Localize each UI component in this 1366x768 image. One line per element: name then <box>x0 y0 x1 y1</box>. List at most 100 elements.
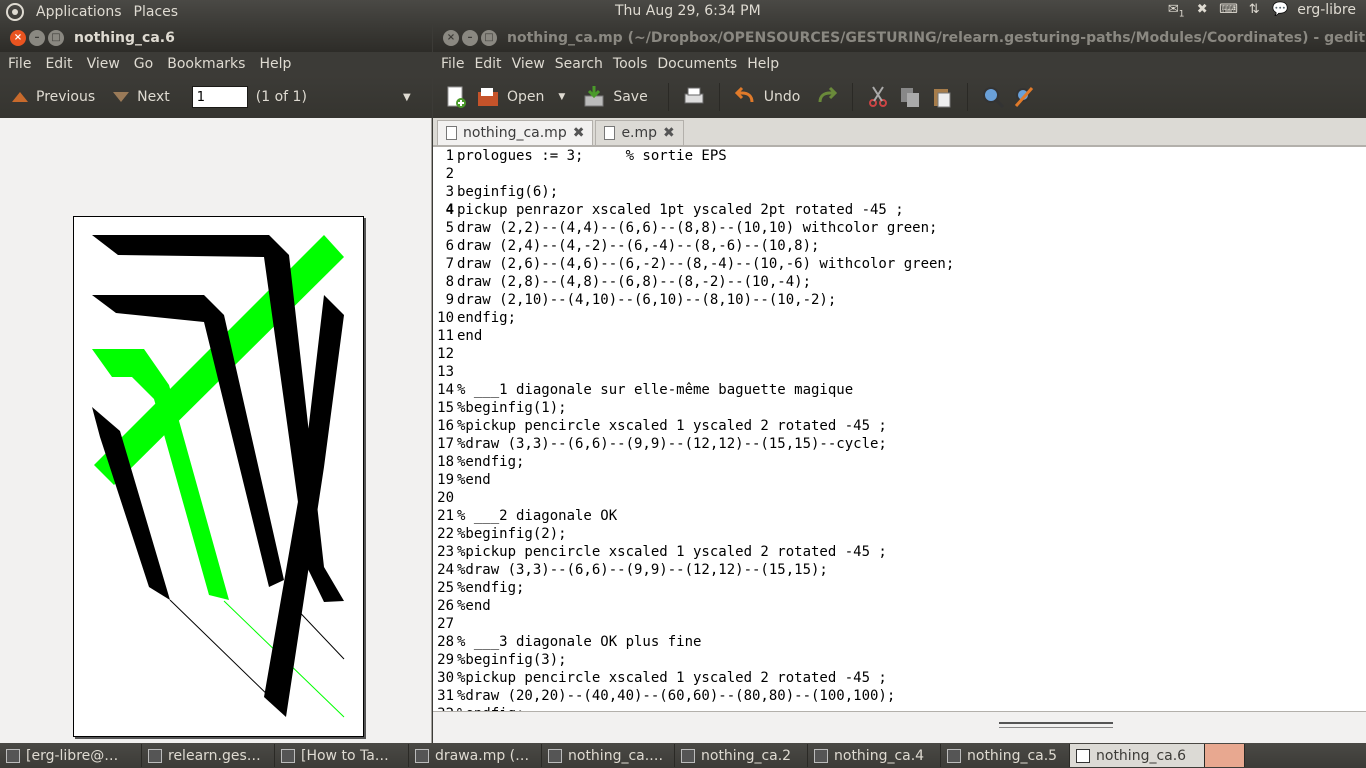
search-icon[interactable] <box>980 84 1006 110</box>
previous-button[interactable]: Previous <box>36 89 95 105</box>
chat-icon[interactable]: 💬 <box>1271 2 1289 18</box>
code-line[interactable]: 21% ___2 diagonale OK <box>433 507 1366 525</box>
taskbar-item[interactable]: nothing_ca.5 <box>941 744 1070 767</box>
taskbar-item[interactable]: [erg-libre@… <box>0 744 142 767</box>
taskbar-item[interactable]: drawa.mp (… <box>409 744 542 767</box>
menu-documents[interactable]: Documents <box>657 56 737 72</box>
close-icon[interactable]: × <box>443 30 459 46</box>
maximize-icon[interactable]: □ <box>48 30 64 46</box>
show-desktop-button[interactable] <box>1205 744 1245 767</box>
keyboard-icon[interactable]: ⌨ <box>1219 2 1238 18</box>
copy-icon[interactable] <box>897 84 923 110</box>
paste-icon[interactable] <box>929 84 955 110</box>
bluetooth-icon[interactable]: ✖ <box>1193 2 1211 18</box>
taskbar-item[interactable]: relearn.ges… <box>142 744 275 767</box>
code-line[interactable]: 2 <box>433 165 1366 183</box>
taskbar-item[interactable]: nothing_ca.… <box>542 744 675 767</box>
taskbar-item[interactable]: nothing_ca.6 <box>1070 744 1205 767</box>
code-line[interactable]: 25 %endfig; <box>433 579 1366 597</box>
code-line[interactable]: 13 <box>433 363 1366 381</box>
open-icon[interactable] <box>475 84 501 110</box>
print-icon[interactable] <box>681 84 707 110</box>
undo-button[interactable]: Undo <box>764 89 801 105</box>
code-line[interactable]: 23 %pickup pencircle xscaled 1 yscaled 2 … <box>433 543 1366 561</box>
code-line[interactable]: 29 %beginfig(3); <box>433 651 1366 669</box>
code-line[interactable]: 3 beginfig(6); <box>433 183 1366 201</box>
evince-titlebar[interactable]: × – □ nothing_ca.6 <box>0 24 432 52</box>
code-line[interactable]: 9 draw (2,10)--(4,10)--(6,10)--(8,10)--(1… <box>433 291 1366 309</box>
code-line[interactable]: 5 draw (2,2)--(4,4)--(6,6)--(8,8)--(10,10… <box>433 219 1366 237</box>
code-line[interactable]: 20 <box>433 489 1366 507</box>
code-line[interactable]: 26 %end <box>433 597 1366 615</box>
cut-icon[interactable] <box>865 84 891 110</box>
code-line[interactable]: 14% ___1 diagonale sur elle-même baguett… <box>433 381 1366 399</box>
tab-nothing-ca-mp[interactable]: nothing_ca.mp ✖ <box>437 120 594 145</box>
close-tab-icon[interactable]: ✖ <box>663 125 675 141</box>
taskbar-item[interactable]: [How to Ta… <box>275 744 409 767</box>
mail-icon[interactable]: ✉1 <box>1167 2 1185 20</box>
taskbar-item[interactable]: nothing_ca.4 <box>808 744 941 767</box>
maximize-icon[interactable]: □ <box>481 30 497 46</box>
search-replace-icon[interactable] <box>1012 84 1038 110</box>
code-line[interactable]: 17 %draw (3,3)--(6,6)--(9,9)--(12,12)--(1… <box>433 435 1366 453</box>
close-tab-icon[interactable]: ✖ <box>573 125 585 141</box>
menu-view[interactable]: View <box>512 56 545 72</box>
gedit-titlebar[interactable]: × – □ nothing_ca.mp (~/Dropbox/OPENSOURC… <box>433 24 1366 52</box>
menu-go[interactable]: Go <box>134 56 153 72</box>
code-editor[interactable]: 1 prologues := 3; % sortie EPS 2 3 beginfig(… <box>433 146 1366 711</box>
code-line[interactable]: 24 %draw (3,3)--(6,6)--(9,9)--(12,12)--(1… <box>433 561 1366 579</box>
network-icon[interactable]: ⇅ <box>1245 2 1263 18</box>
redo-icon[interactable] <box>814 84 840 110</box>
menu-view[interactable]: View <box>87 56 120 72</box>
user-menu[interactable]: erg-libre <box>1297 2 1356 18</box>
code-line[interactable]: 16 %pickup pencircle xscaled 1 yscaled 2 … <box>433 417 1366 435</box>
new-document-icon[interactable] <box>443 84 469 110</box>
menu-help[interactable]: Help <box>747 56 779 72</box>
code-line[interactable]: 8 draw (2,8)--(4,8)--(6,8)--(8,-2)--(10,-… <box>433 273 1366 291</box>
code-line[interactable]: 22 %beginfig(2); <box>433 525 1366 543</box>
ubuntu-logo-icon[interactable] <box>6 3 24 21</box>
code-line[interactable]: 7 draw (2,6)--(4,6)--(6,-2)--(8,-4)--(10,… <box>433 255 1366 273</box>
code-line[interactable]: 18 %endfig; <box>433 453 1366 471</box>
menu-edit[interactable]: Edit <box>474 56 501 72</box>
minimize-icon[interactable]: – <box>29 30 45 46</box>
open-dropdown-icon[interactable]: ▼ <box>558 92 565 102</box>
menu-file[interactable]: File <box>441 56 464 72</box>
document-view[interactable] <box>0 118 432 743</box>
code-line[interactable]: 6 draw (2,4)--(4,-2)--(6,-4)--(8,-6)--(10… <box>433 237 1366 255</box>
tab-e-mp[interactable]: e.mp ✖ <box>595 120 684 145</box>
code-line[interactable]: 10 endfig; <box>433 309 1366 327</box>
open-button[interactable]: Open <box>507 89 544 105</box>
close-icon[interactable]: × <box>10 30 26 46</box>
clock[interactable]: Thu Aug 29, 6:34 PM <box>615 3 761 19</box>
menu-tools[interactable]: Tools <box>613 56 648 72</box>
page-number-input[interactable] <box>191 86 248 108</box>
code-line[interactable]: 27 <box>433 615 1366 633</box>
code-line[interactable]: 12 <box>433 345 1366 363</box>
chevron-down-icon[interactable]: ▼ <box>403 92 411 103</box>
next-arrow-icon[interactable] <box>113 92 130 102</box>
code-line[interactable]: 15 %beginfig(1); <box>433 399 1366 417</box>
menu-edit[interactable]: Edit <box>45 56 72 72</box>
undo-icon[interactable] <box>732 84 758 110</box>
code-line[interactable]: 11 end <box>433 327 1366 345</box>
applications-menu[interactable]: Applications <box>36 4 122 20</box>
code-line[interactable]: 28% ___3 diagonale OK plus fine <box>433 633 1366 651</box>
menu-file[interactable]: File <box>8 56 31 72</box>
code-line[interactable]: 31 %draw (20,20)--(40,40)--(60,60)--(80,8… <box>433 687 1366 705</box>
save-icon[interactable] <box>581 84 607 110</box>
taskbar-item[interactable]: nothing_ca.2 <box>675 744 808 767</box>
code-line[interactable]: 30 %pickup pencircle xscaled 1 yscaled 2 … <box>433 669 1366 687</box>
menu-bookmarks[interactable]: Bookmarks <box>167 56 245 72</box>
horizontal-scrollbar[interactable] <box>999 722 1113 728</box>
code-line[interactable]: 4 pickup penrazor xscaled 1pt yscaled 2pt… <box>433 201 1366 219</box>
previous-arrow-icon[interactable] <box>12 92 28 102</box>
code-line[interactable]: 1 prologues := 3; % sortie EPS <box>433 147 1366 165</box>
menu-help[interactable]: Help <box>259 56 291 72</box>
menu-search[interactable]: Search <box>555 56 603 72</box>
code-line[interactable]: 19 %end <box>433 471 1366 489</box>
places-menu[interactable]: Places <box>134 4 179 20</box>
save-button[interactable]: Save <box>613 89 647 105</box>
next-button[interactable]: Next <box>137 89 170 105</box>
minimize-icon[interactable]: – <box>462 30 478 46</box>
